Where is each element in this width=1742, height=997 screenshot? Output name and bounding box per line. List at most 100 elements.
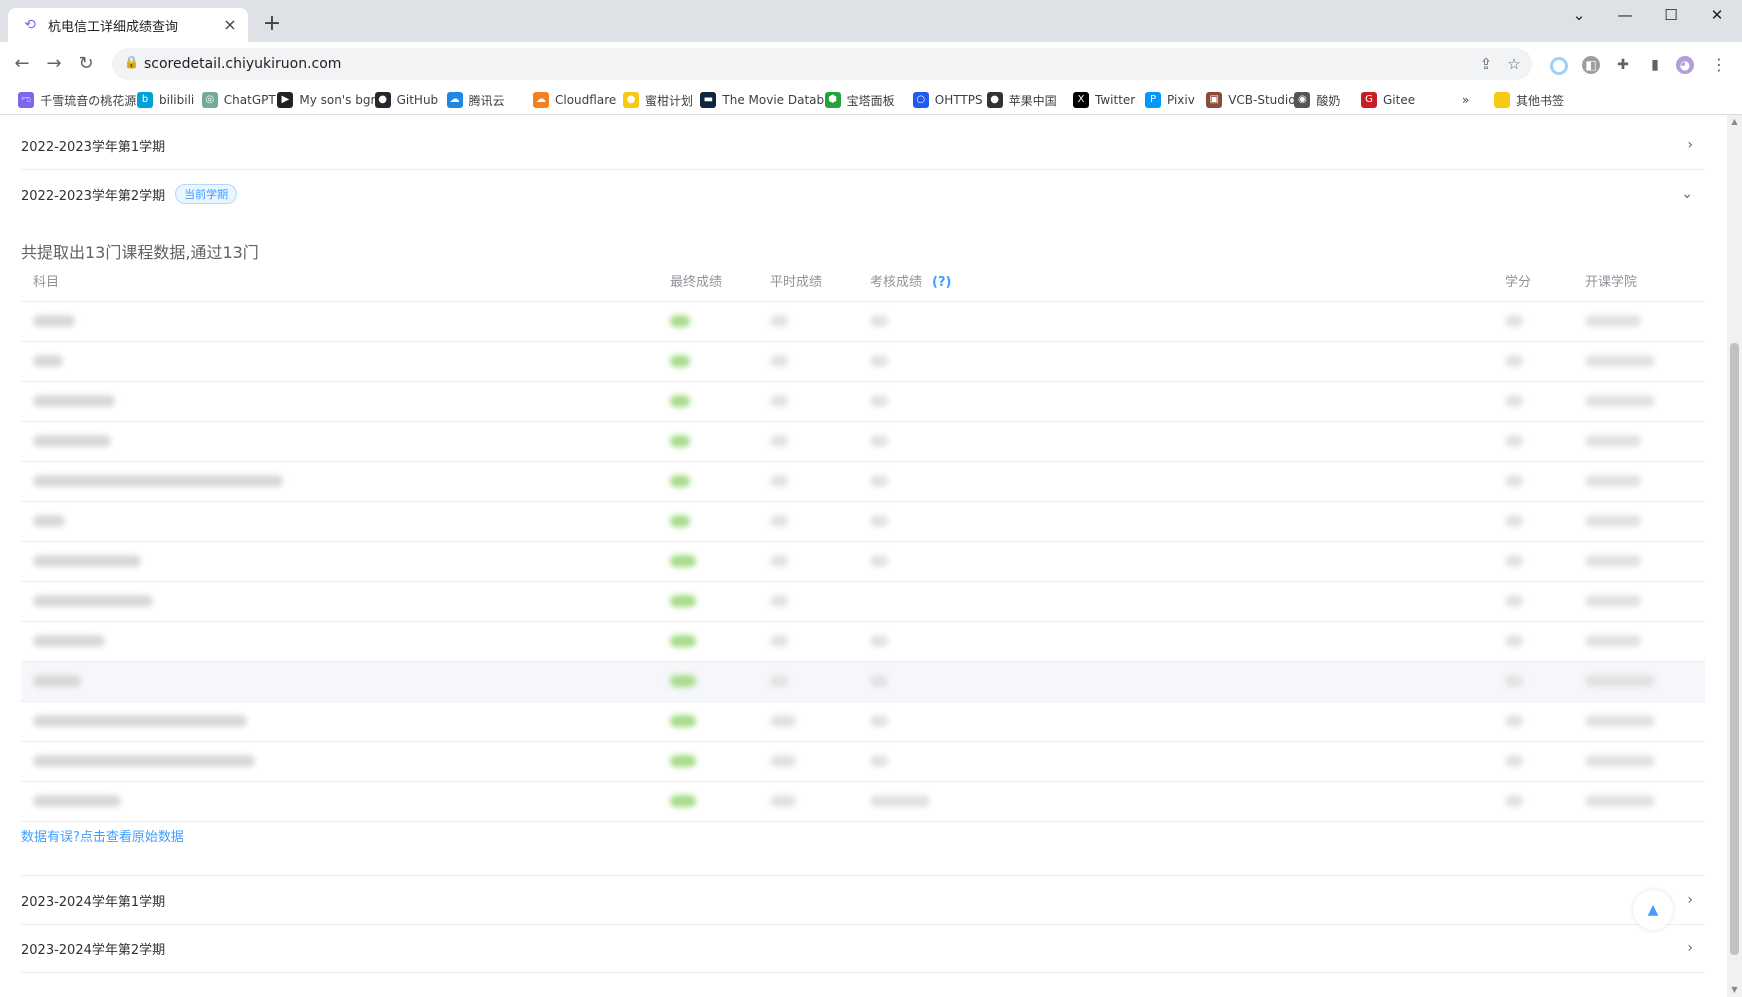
bookmark-item[interactable]: ☁ Cloudflare: [533, 90, 616, 110]
semester-header[interactable]: 2022-2023学年第1学期 ›: [21, 121, 1705, 169]
chevron-down-icon[interactable]: ⌄: [1681, 170, 1693, 218]
bookmark-item[interactable]: ○ OHTTPS: [912, 90, 983, 110]
share-icon[interactable]: ⇪: [1476, 54, 1496, 74]
bookmark-item[interactable]: b bilibili: [137, 90, 194, 110]
cell-subject: [33, 355, 63, 367]
cell-usual-score: [770, 715, 796, 727]
bookmark-icon: b: [137, 92, 153, 108]
bookmark-label: Pixiv: [1167, 93, 1195, 107]
bookmark-item[interactable]: ● 蜜柑计划: [623, 90, 693, 110]
table-row: [21, 542, 1705, 582]
bookmark-item[interactable]: P Pixiv: [1145, 90, 1195, 110]
menu-kebab-icon[interactable]: ⋮: [1710, 56, 1728, 74]
semester-2023-2024-1[interactable]: 2023-2024学年第1学期 ›: [21, 875, 1705, 925]
cell-credit: [1505, 635, 1523, 647]
cell-subject: [33, 435, 111, 447]
bookmark-item[interactable]: ◎ ChatGPT: [201, 90, 276, 110]
chevron-right-icon[interactable]: ›: [1687, 121, 1693, 169]
side-panel-icon[interactable]: ▮: [1646, 56, 1664, 74]
bookmark-label: 蜜柑计划: [645, 93, 694, 108]
maximize-icon[interactable]: ☐: [1648, 0, 1694, 32]
scrollbar-thumb[interactable]: [1730, 343, 1739, 955]
cell-subject: [33, 315, 75, 327]
cell-usual-score: [770, 755, 796, 767]
tab-search-icon[interactable]: ⌄: [1556, 0, 1602, 32]
bookmark-label: My son's bgm: [299, 93, 383, 107]
bookmark-item[interactable]: ▬ The Movie Datab...: [700, 90, 836, 110]
folder-icon: [1494, 92, 1510, 108]
lock-icon[interactable]: 🔒: [124, 55, 140, 73]
minimize-icon[interactable]: —: [1602, 0, 1648, 32]
cell-college: [1585, 395, 1655, 407]
back-icon[interactable]: ←: [8, 50, 36, 78]
bookmark-icon: ●: [986, 92, 1003, 108]
semester-2022-2023-2[interactable]: 2022-2023学年第2学期 当前学期 ⌄: [21, 170, 1705, 218]
scroll-up-icon[interactable]: ▲: [1730, 117, 1739, 126]
bookmark-icon: P: [1145, 92, 1161, 108]
cell-credit: [1505, 595, 1523, 607]
cell-college: [1585, 555, 1641, 567]
page-scrollbar[interactable]: ▲ ▼: [1727, 115, 1742, 997]
reload-icon[interactable]: ↻: [72, 50, 100, 78]
other-bookmarks-folder[interactable]: 其他书签: [1494, 90, 1564, 110]
url-text[interactable]: scoredetail.chiyukiruon.com: [144, 48, 341, 80]
cell-exam-score: [870, 635, 888, 647]
back-to-top-button[interactable]: ▲: [1633, 890, 1673, 930]
forward-icon[interactable]: →: [40, 50, 68, 78]
bookmark-item[interactable]: ☁ 腾讯云: [446, 90, 505, 110]
cell-credit: [1505, 555, 1523, 567]
course-summary: 共提取出13门课程数据,通过13门: [21, 243, 259, 262]
bookmark-item[interactable]: ⬢ 宝塔面板: [824, 90, 895, 110]
browser-tab[interactable]: ⟲ 杭电信工详细成绩查询 ×: [8, 8, 248, 42]
semester-header[interactable]: 2023-2024学年第2学期 ›: [21, 924, 1705, 972]
semester-header[interactable]: 2023-2024学年第1学期 ›: [21, 876, 1705, 924]
extensions-puzzle-icon[interactable]: ✚: [1614, 56, 1632, 74]
table-row: [21, 622, 1705, 662]
semester-header[interactable]: 2022-2023学年第2学期 当前学期 ⌄: [21, 170, 1705, 218]
chevron-right-icon[interactable]: ›: [1687, 924, 1693, 972]
cell-exam-score: [870, 515, 888, 527]
cell-usual-score: [770, 595, 788, 607]
bookmark-label: Gitee: [1383, 93, 1416, 107]
semester-2022-2023-1[interactable]: 2022-2023学年第1学期 ›: [21, 121, 1705, 170]
bookmark-item[interactable]: G Gitee: [1361, 90, 1415, 110]
cell-final-score: [670, 755, 696, 767]
current-semester-badge: 当前学期: [175, 184, 238, 204]
bookmark-label: bilibili: [159, 93, 195, 107]
close-window-icon[interactable]: ✕: [1694, 0, 1740, 32]
cell-exam-score: [870, 435, 888, 447]
bookmark-item[interactable]: ● GitHub: [374, 90, 438, 110]
semester-2023-2024-2[interactable]: 2023-2024学年第2学期 ›: [21, 924, 1705, 973]
new-tab-icon[interactable]: +: [260, 12, 284, 36]
cell-subject: [33, 755, 255, 767]
bookmark-item[interactable]: ▣ VCB-Studio: [1206, 90, 1296, 110]
bookmark-icon: ▶: [277, 92, 294, 108]
cell-subject: [33, 715, 247, 727]
bookmark-item[interactable]: ಌ 千雪琉音の桃花源: [18, 90, 136, 110]
help-icon[interactable]: (?): [932, 275, 951, 290]
bookmark-icon: ●: [374, 92, 391, 108]
cell-final-score: [670, 715, 696, 727]
close-tab-icon[interactable]: ×: [220, 15, 240, 35]
score-table: 科目 最终成绩 平时成绩 考核成绩 (?) 学分 开课学院: [21, 265, 1705, 822]
cell-credit: [1505, 515, 1523, 527]
raw-data-link[interactable]: 数据有误?点击查看原始数据: [21, 826, 184, 845]
bookmarks-overflow-icon[interactable]: »: [1462, 90, 1469, 110]
bookmark-item[interactable]: ● 苹果中国: [986, 90, 1057, 110]
bookmark-item[interactable]: ◉ 酸奶: [1294, 90, 1340, 110]
cell-final-score: [670, 395, 690, 407]
scroll-down-icon[interactable]: ▼: [1730, 985, 1739, 994]
bookmark-item[interactable]: X Twitter: [1073, 90, 1135, 110]
cell-exam-score: [870, 715, 888, 727]
profile-avatar[interactable]: ◕: [1676, 56, 1694, 74]
bookmark-icon: ◎: [201, 92, 218, 108]
cell-credit: [1505, 675, 1523, 687]
extension-avatar-icon[interactable]: ◧: [1582, 56, 1600, 74]
star-bookmark-icon[interactable]: ☆: [1504, 54, 1524, 74]
bookmark-icon: ☁: [533, 92, 549, 108]
bookmark-item[interactable]: ▶ My son's bgm: [277, 90, 382, 110]
address-bar[interactable]: 🔒 scoredetail.chiyukiruon.com ⇪ ☆: [112, 48, 1532, 80]
extension-circle-icon[interactable]: [1550, 57, 1568, 75]
cell-college: [1585, 355, 1655, 367]
chevron-right-icon[interactable]: ›: [1687, 876, 1693, 924]
